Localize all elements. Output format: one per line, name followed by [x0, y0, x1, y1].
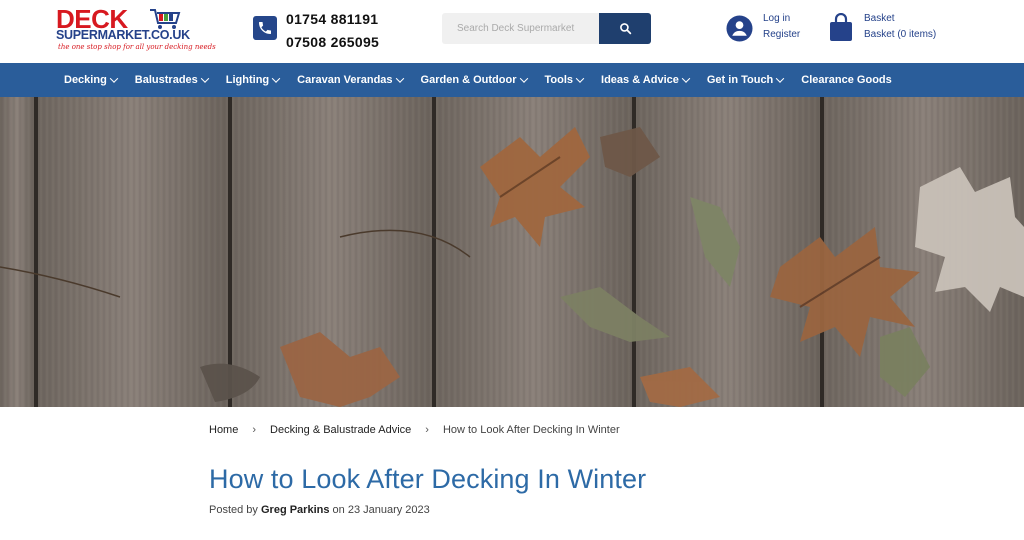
hero-image: [0, 97, 1024, 407]
nav-item-decking[interactable]: Decking: [55, 74, 126, 86]
account-links: Log in Register: [763, 11, 800, 43]
hero-decking-leaves-image: [0, 97, 1024, 407]
nav-item-caravan-verandas[interactable]: Caravan Verandas: [288, 74, 411, 86]
phone-glyph-icon: [259, 22, 271, 34]
search-input[interactable]: [442, 13, 599, 44]
nav-item-ideas-advice[interactable]: Ideas & Advice: [592, 74, 698, 86]
chevron-down-icon: [271, 74, 281, 83]
user-circle-icon[interactable]: [726, 15, 753, 42]
chevron-down-icon: [681, 74, 691, 83]
post-author: Greg Parkins: [260, 504, 330, 516]
phone-number-1[interactable]: 01754 881191: [286, 8, 379, 31]
nav-item-get-in-touch[interactable]: Get in Touch: [698, 74, 792, 86]
chevron-down-icon: [109, 74, 119, 83]
post-meta: Posted by Greg Parkins on 23 January 202…: [209, 504, 430, 516]
nav-item-tools[interactable]: Tools: [536, 74, 593, 86]
nav-item-label: Garden & Outdoor: [420, 74, 517, 86]
breadcrumb-home[interactable]: Home: [209, 424, 238, 436]
breadcrumb-separator: ›: [252, 424, 257, 436]
search-form: [442, 13, 651, 44]
chevron-down-icon: [575, 74, 585, 83]
nav-list: Decking Balustrades Lighting Caravan Verand…: [55, 63, 901, 97]
phone-number-2[interactable]: 07508 265095: [286, 31, 379, 54]
nav-item-lighting[interactable]: Lighting: [217, 74, 288, 86]
basket-title[interactable]: Basket: [864, 11, 936, 27]
login-link[interactable]: Log in: [763, 11, 800, 27]
register-link[interactable]: Register: [763, 27, 800, 43]
shopping-bag-icon[interactable]: [829, 13, 853, 42]
post-meta-on: on: [329, 504, 348, 516]
nav-item-balustrades[interactable]: Balustrades: [126, 74, 217, 86]
nav-item-label: Balustrades: [134, 74, 198, 86]
phone-numbers: 01754 881191 07508 265095: [286, 8, 379, 54]
nav-item-garden-outdoor[interactable]: Garden & Outdoor: [412, 74, 536, 86]
basket-count[interactable]: Basket (0 items): [864, 27, 936, 43]
logo-tagline: the one stop shop for all your decking n…: [58, 43, 216, 51]
breadcrumb-separator: ›: [425, 424, 429, 436]
post-date: 23 January 2023: [347, 504, 430, 516]
nav-item-label: Ideas & Advice: [601, 74, 679, 86]
site-header: DECK SUPERMARKET.CO.UK the one stop shop…: [0, 0, 1024, 63]
chevron-down-icon: [519, 74, 528, 83]
site-logo[interactable]: DECK SUPERMARKET.CO.UK the one stop shop…: [56, 6, 216, 54]
main-navigation: Decking Balustrades Lighting Caravan Verand…: [0, 63, 1024, 97]
post-meta-prefix: Posted by: [209, 504, 261, 516]
phone-icon: [253, 16, 277, 40]
nav-item-clearance-goods[interactable]: Clearance Goods: [792, 74, 900, 86]
nav-item-label: Clearance Goods: [801, 74, 892, 86]
chevron-down-icon: [200, 74, 210, 83]
nav-item-label: Lighting: [225, 74, 270, 86]
chevron-down-icon: [776, 74, 785, 83]
chevron-down-icon: [395, 74, 404, 83]
nav-item-label: Decking: [64, 74, 107, 86]
nav-item-label: Caravan Verandas: [297, 74, 393, 86]
breadcrumb-category[interactable]: Decking & Balustrade Advice: [270, 424, 411, 436]
search-icon: [619, 23, 631, 35]
breadcrumb: Home › Decking & Balustrade Advice › How…: [209, 424, 620, 436]
page-title: How to Look After Decking In Winter: [209, 464, 647, 494]
nav-item-label: Tools: [544, 74, 574, 86]
breadcrumb-current: How to Look After Decking In Winter: [442, 424, 620, 436]
search-button[interactable]: [599, 13, 651, 44]
nav-item-label: Get in Touch: [706, 74, 774, 86]
logo-brand-bottom: SUPERMARKET.CO.UK: [56, 28, 190, 42]
basket-links: Basket Basket (0 items): [864, 11, 936, 43]
